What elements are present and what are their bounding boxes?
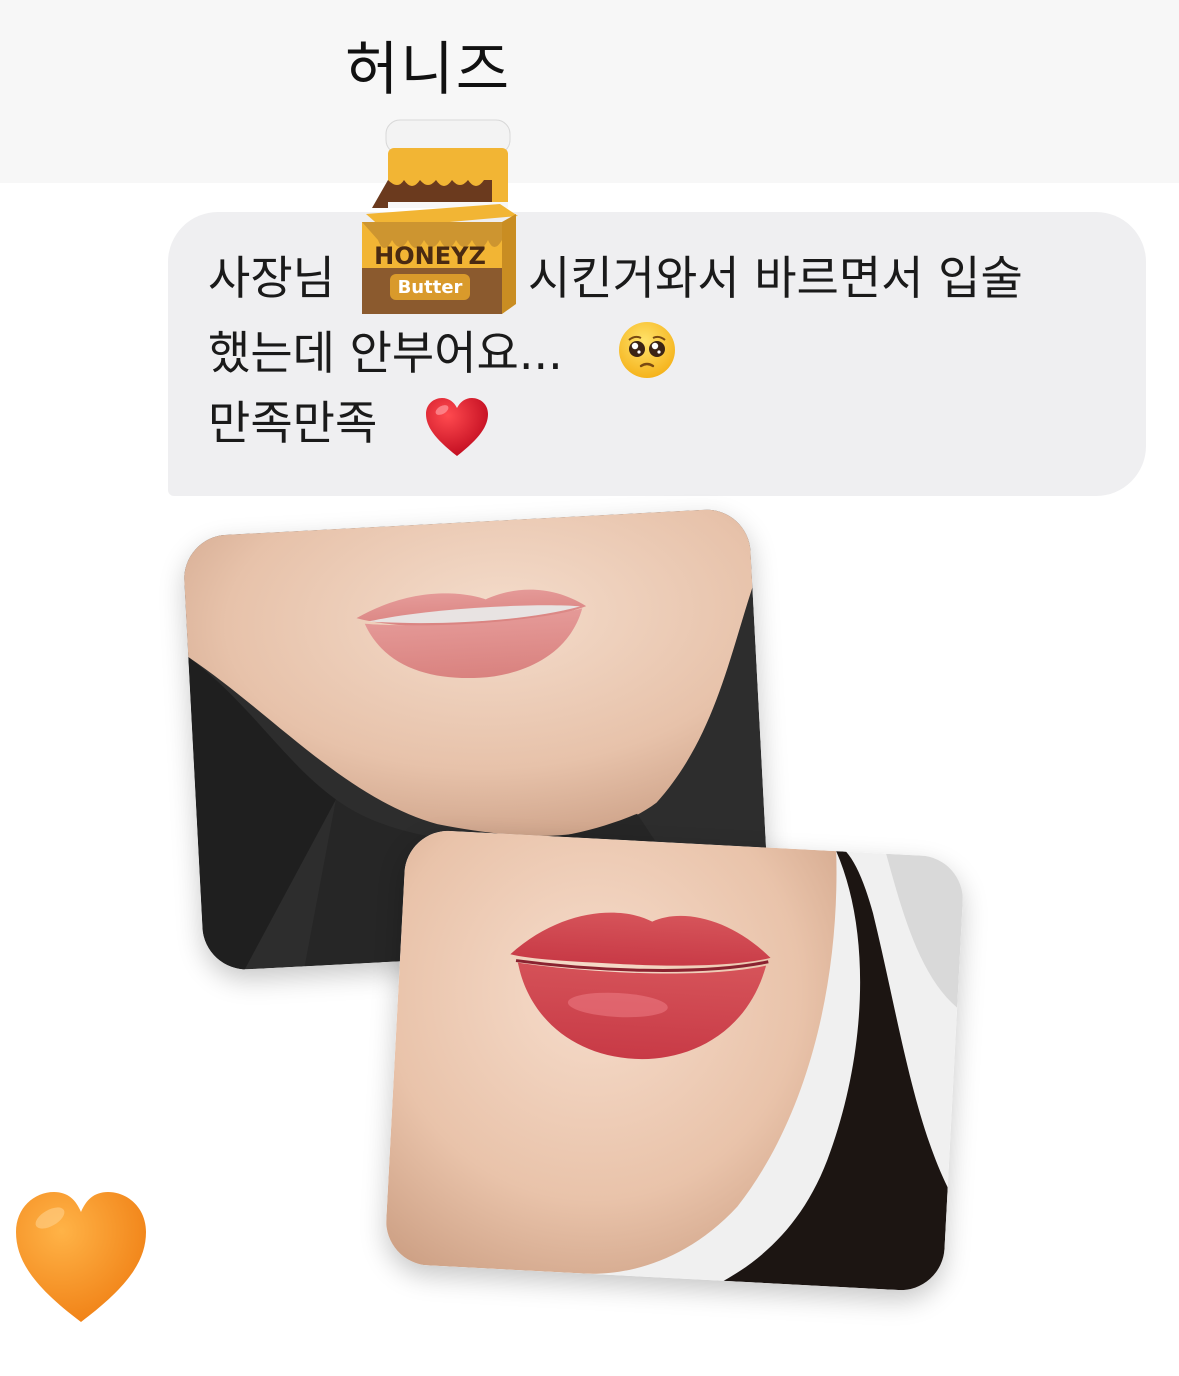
message-line-3: 만족만족 xyxy=(208,396,378,450)
red-heart-emoji xyxy=(426,398,488,456)
honeyz-butter-sticker: HONEYZ Butter xyxy=(362,119,518,314)
after-lips-photo[interactable] xyxy=(383,828,965,1293)
message-line-1-end: 시킨거와서 바르면서 입술 xyxy=(528,251,1023,305)
sender-name: 허니즈 xyxy=(345,35,512,103)
message-line-2: 했는데 안부어요... xyxy=(208,326,563,380)
product-name: Butter xyxy=(398,277,463,298)
chat-header-band xyxy=(0,0,1179,183)
pleading-face-emoji xyxy=(619,322,675,378)
product-brand: HONEYZ xyxy=(374,242,486,270)
message-line-1-start: 사장님 xyxy=(208,251,335,305)
orange-heart-emoji[interactable] xyxy=(12,1188,150,1326)
